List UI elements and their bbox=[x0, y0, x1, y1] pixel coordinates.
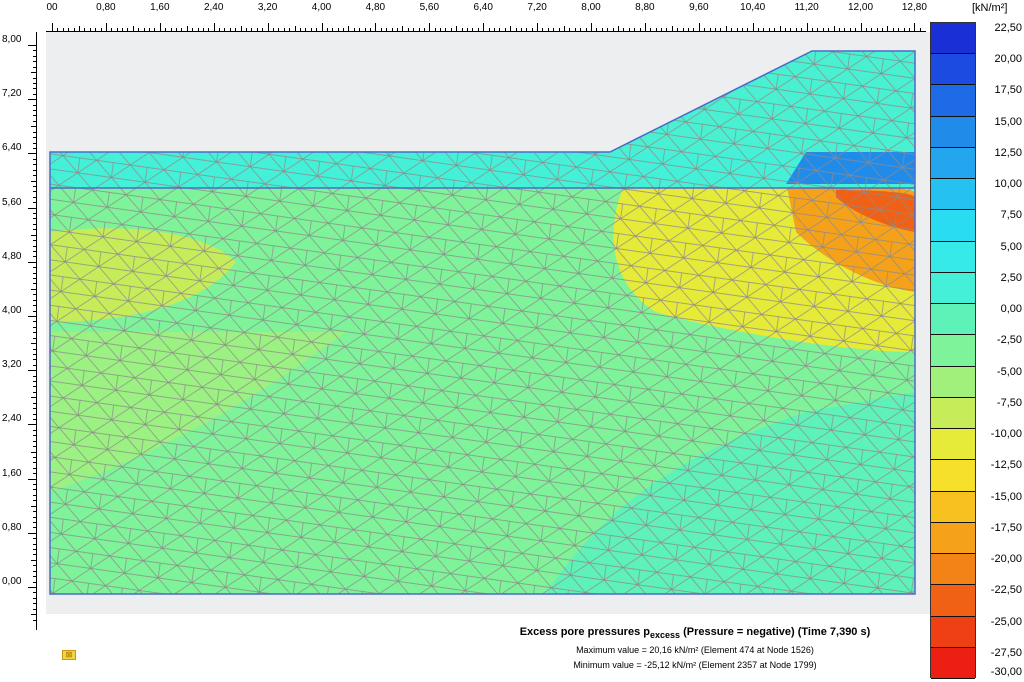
legend-color-band bbox=[931, 179, 975, 211]
legend-value-label: -20,00 bbox=[990, 553, 1022, 566]
vertical-ruler: 8,00 7,20 6,40 5,60 4,80 4,00 3,20 2,40 1,60 0,80… bbox=[0, 32, 46, 632]
legend-value-label: 22,50 bbox=[994, 22, 1022, 34]
y-tick-label: 3,20 bbox=[2, 359, 22, 371]
legend-value-label: -2,50 bbox=[996, 334, 1022, 347]
legend-color-band bbox=[931, 491, 975, 523]
y-tick-label: 4,00 bbox=[2, 305, 22, 316]
y-tick-label: 4,80 bbox=[2, 250, 22, 262]
legend-color-band bbox=[931, 272, 975, 305]
legend-value-label: -25,00 bbox=[990, 615, 1022, 628]
legend-color-band bbox=[931, 304, 975, 336]
x-tick-label: 9,60 bbox=[689, 2, 709, 13]
x-tick-label: 6,40 bbox=[473, 2, 493, 13]
legend-value-label: 0,00 bbox=[1000, 303, 1022, 316]
legend-color-band bbox=[931, 241, 975, 273]
x-tick-label: 10,40 bbox=[740, 2, 766, 13]
legend-value-label: 17,50 bbox=[994, 84, 1022, 97]
x-tick-label: 11,20 bbox=[794, 2, 819, 13]
legend-bar bbox=[930, 22, 976, 679]
min-value-text: Minimum value = -25,12 kN/m² (Element 23… bbox=[573, 660, 817, 671]
x-tick-label: 0,80 bbox=[96, 2, 116, 13]
title-main: Excess pore pressures p bbox=[519, 626, 650, 638]
legend-color-band bbox=[931, 647, 975, 679]
x-tick-label: 7,20 bbox=[527, 2, 547, 13]
legend-color-band bbox=[931, 54, 975, 86]
legend-value-label: -15,00 bbox=[990, 490, 1022, 503]
legend-value-label: 2,50 bbox=[1000, 271, 1022, 284]
x-tick-label: 4,80 bbox=[365, 2, 386, 13]
legend-color-band bbox=[931, 116, 975, 148]
legend-value-label: 5,00 bbox=[1000, 240, 1022, 253]
result-title: Excess pore pressures pexcess (Pressure … bbox=[460, 626, 930, 640]
x-tick-label: 5,60 bbox=[419, 2, 440, 13]
legend-value-label: -10,00 bbox=[990, 428, 1022, 441]
legend-color-band bbox=[931, 366, 975, 398]
legend-value-label: -17,50 bbox=[990, 521, 1022, 534]
y-tick-label: 0,00 bbox=[2, 576, 22, 587]
legend-value-label: 20,00 bbox=[994, 53, 1022, 66]
soil-model bbox=[50, 51, 915, 594]
color-legend: [kN/m²] 22,50 20,00 17,50 15,00 12,50 10,00 7,… bbox=[930, 0, 1024, 682]
y-tick-label: 1,60 bbox=[2, 467, 22, 479]
legend-color-band bbox=[931, 23, 975, 55]
max-value-text: Maximum value = 20,16 kN/m² (Element 474… bbox=[576, 645, 814, 656]
x-tick-label: 1,60 bbox=[150, 2, 170, 13]
contour-plot[interactable] bbox=[46, 32, 930, 614]
y-ruler-baseline bbox=[36, 32, 37, 630]
title-subscript: excess bbox=[649, 630, 681, 641]
legend-value-label: 12,50 bbox=[994, 146, 1022, 159]
legend-value-label: 15,00 bbox=[994, 115, 1022, 128]
legend-value-label: -5,00 bbox=[996, 365, 1022, 378]
y-tick-label: 7,20 bbox=[2, 88, 22, 100]
legend-value-label: -30,00 bbox=[990, 666, 1022, 678]
x-tick-label: 8,00 bbox=[581, 2, 601, 13]
x-tick-label: 2,40 bbox=[203, 2, 224, 13]
result-info: Excess pore pressures pexcess (Pressure … bbox=[460, 626, 930, 670]
legend-color-band bbox=[931, 554, 975, 586]
legend-color-band bbox=[931, 397, 975, 430]
horizontal-ruler: 00 0,80 1,60 2,40 3,20 4,00 4,80 5,60 6,40 7,20 8,… bbox=[0, 0, 930, 32]
model-icon[interactable]: ⊠ bbox=[62, 650, 76, 660]
legend-value-label: 10,00 bbox=[994, 178, 1022, 191]
legend-value-label: 7,50 bbox=[1000, 209, 1022, 222]
y-tick-label: 6,40 bbox=[2, 142, 22, 154]
title-rest: (Pressure = negative) (Time 7,390 s) bbox=[680, 626, 871, 638]
x-tick-label: 4,00 bbox=[311, 2, 332, 13]
legend-color-band bbox=[931, 429, 975, 461]
y-tick-label: 2,40 bbox=[2, 413, 22, 425]
mesh-overlay bbox=[50, 51, 915, 594]
legend-color-band bbox=[931, 335, 975, 367]
legend-color-band bbox=[931, 147, 975, 180]
x-tick-label: 00 bbox=[46, 2, 58, 13]
x-tick-label: 12,80 bbox=[901, 2, 927, 13]
x-tick-label: 3,20 bbox=[257, 2, 278, 13]
legend-color-band bbox=[931, 210, 975, 242]
y-tick-label: 0,80 bbox=[2, 521, 22, 533]
legend-color-band bbox=[931, 522, 975, 555]
y-tick-label: 5,60 bbox=[2, 196, 22, 208]
legend-value-label: -12,50 bbox=[990, 459, 1022, 472]
x-tick-label: 8,80 bbox=[635, 2, 655, 13]
plot-area[interactable] bbox=[46, 32, 930, 614]
legend-value-label: -7,50 bbox=[996, 396, 1022, 409]
legend-color-band bbox=[931, 585, 975, 617]
legend-color-band bbox=[931, 460, 975, 492]
legend-unit-label: [kN/m²] bbox=[972, 2, 1008, 14]
legend-value-label: -27,50 bbox=[990, 646, 1022, 659]
legend-value-label: -22,50 bbox=[990, 584, 1022, 597]
y-tick-label: 8,00 bbox=[2, 34, 22, 45]
x-tick-label: 12,00 bbox=[847, 2, 874, 13]
legend-color-band bbox=[931, 616, 975, 648]
legend-color-band bbox=[931, 85, 975, 117]
